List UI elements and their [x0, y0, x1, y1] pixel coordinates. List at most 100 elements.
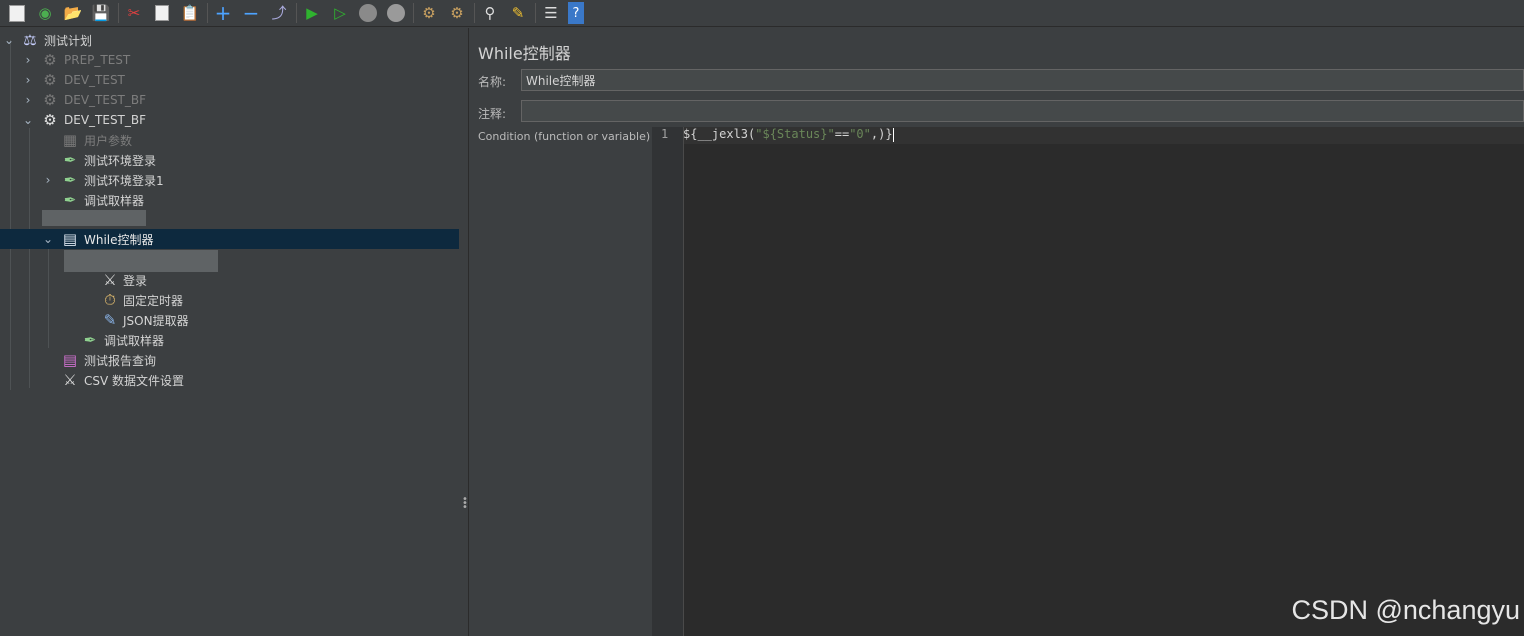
tree-node-label: 固定定时器	[123, 293, 184, 308]
test-plan-tree: ⌄ ⚖ 测试计划 › ⚙ PREP_TEST › ⚙ DEV_TEST › ⚙ …	[0, 28, 460, 636]
gear-icon: ⚙	[43, 70, 57, 89]
timer-icon: ⏱	[104, 290, 116, 309]
tree-node-test-plan[interactable]: ⌄ ⚖ 测试计划	[0, 30, 459, 50]
tree-node-json-extractor[interactable]: ✎ JSON提取器	[0, 310, 459, 330]
while-controller-icon: ▤	[62, 229, 78, 248]
tree-node-label: PREP_TEST	[64, 53, 131, 67]
clear-all-icon[interactable]: ⚙	[446, 2, 468, 24]
collapse-icon[interactable]: −	[240, 2, 262, 24]
tree-node-label: 调试取样器	[104, 333, 165, 348]
panel-title: While控制器	[478, 44, 571, 63]
condition-editor[interactable]	[684, 127, 1524, 636]
tree-node-csv-config[interactable]: ⚔ CSV 数据文件设置	[0, 370, 459, 390]
tree-node-label: 测试环境登录1	[84, 173, 164, 188]
tree-node-label: 调试取样器	[84, 193, 145, 208]
chevron-down-icon[interactable]: ⌄	[42, 232, 54, 246]
tree-node-label: 登录	[123, 273, 148, 288]
tree-node-label: 用户参数	[84, 133, 133, 148]
tree-node-user-params[interactable]: ▦ 用户参数	[0, 130, 459, 150]
search-icon[interactable]: ⚲	[479, 2, 501, 24]
splitter[interactable]	[459, 28, 469, 636]
cut-icon[interactable]: ✂	[123, 2, 145, 24]
open-icon[interactable]: 📂	[62, 2, 84, 24]
tree-node-label: 测试环境登录	[84, 153, 157, 168]
redacted-area	[64, 250, 218, 272]
toolbar-separator	[296, 3, 297, 23]
line-number-gutter	[652, 127, 684, 636]
sampler-icon: ✒	[63, 170, 77, 189]
gear-icon: ⚙	[43, 50, 57, 69]
tree-node-while-controller[interactable]: ⌄ ▤ While控制器	[0, 229, 459, 249]
start-no-pauses-icon[interactable]: ▷	[329, 2, 351, 24]
tree-node-prep-test[interactable]: › ⚙ PREP_TEST	[0, 50, 459, 70]
name-field[interactable]: While控制器	[521, 69, 1524, 91]
templates-icon[interactable]: ◉	[34, 2, 56, 24]
sampler-icon: ✒	[63, 190, 77, 209]
shutdown-icon[interactable]	[385, 2, 407, 24]
tree-node-dev-test[interactable]: › ⚙ DEV_TEST	[0, 70, 459, 90]
text-cursor	[892, 127, 894, 142]
sampler-icon: ✒	[63, 150, 77, 169]
tree-node-debug-sampler[interactable]: ✒ 调试取样器	[0, 190, 459, 210]
splitter-handle-icon[interactable]: • • •	[462, 495, 468, 513]
condition-label: Condition (function or variable)	[478, 130, 651, 143]
toolbar-separator	[474, 3, 475, 23]
comment-label: 注释:	[478, 107, 507, 121]
sampler-icon: ✒	[83, 330, 97, 349]
name-label: 名称:	[478, 75, 507, 89]
tree-node-login-sampler[interactable]: ✒ 测试环境登录	[0, 150, 459, 170]
code-closing: ,)}	[870, 127, 893, 141]
clear-icon[interactable]: ⚙	[418, 2, 440, 24]
tree-node-debug-sampler-2[interactable]: ✒ 调试取样器	[0, 330, 459, 350]
chevron-down-icon[interactable]: ⌄	[22, 113, 34, 127]
copy-icon[interactable]	[151, 2, 173, 24]
tree-node-label: 测试计划	[44, 33, 93, 48]
chevron-right-icon[interactable]: ›	[22, 73, 34, 87]
gear-icon: ⚙	[43, 90, 57, 109]
tree-node-constant-timer[interactable]: ⏱ 固定定时器	[0, 290, 459, 310]
toolbar: ◉ 📂 💾 ✂ 📋 + − ⤴ ▶ ▷ ⚙ ⚙ ⚲ ✎ ☰ ?	[0, 0, 1524, 27]
tree-node-label: DEV_TEST_BF	[64, 113, 147, 127]
tree-node-label: JSON提取器	[123, 313, 189, 328]
tree-node-label: DEV_TEST	[64, 73, 125, 87]
tree-node-login-sampler-1[interactable]: › ✒ 测试环境登录1	[0, 170, 459, 190]
save-icon[interactable]: 💾	[90, 2, 112, 24]
comment-field[interactable]	[521, 100, 1524, 122]
while-controller-panel: While控制器 名称: While控制器 注释: Condition (fun…	[469, 28, 1524, 636]
tree-node-label: 测试报告查询	[84, 353, 157, 368]
tree-node-dev-test-bf-disabled[interactable]: › ⚙ DEV_TEST_BF	[0, 90, 459, 110]
start-icon[interactable]: ▶	[301, 2, 323, 24]
stop-icon[interactable]	[357, 2, 379, 24]
tree-node-report-query[interactable]: ▤ 测试报告查询	[0, 350, 459, 370]
code-operator: ==	[834, 127, 850, 141]
redacted-area	[42, 210, 146, 226]
help-icon[interactable]: ?	[568, 2, 584, 24]
chevron-right-icon[interactable]: ›	[22, 53, 34, 67]
toolbar-separator	[207, 3, 208, 23]
paste-icon[interactable]: 📋	[179, 2, 201, 24]
chevron-right-icon[interactable]: ›	[22, 93, 34, 107]
json-extractor-icon: ✎	[103, 310, 117, 329]
chevron-right-icon[interactable]: ›	[42, 173, 54, 187]
toggle-icon[interactable]: ⤴	[268, 2, 290, 24]
tree-node-dev-test-bf[interactable]: ⌄ ⚙ DEV_TEST_BF	[0, 110, 459, 130]
new-icon[interactable]	[6, 2, 28, 24]
tree-node-login-tool[interactable]: ⚔ 登录	[0, 270, 459, 290]
tree-node-label: DEV_TEST_BF	[64, 93, 147, 107]
code-string: "0"	[849, 127, 871, 141]
gear-icon: ⚙	[43, 110, 57, 129]
login-tool-icon: ⚔	[103, 270, 117, 289]
line-number: 1	[661, 127, 669, 141]
tree-node-label: CSV 数据文件设置	[84, 373, 185, 388]
toolbar-separator	[413, 3, 414, 23]
code-function: ${__jexl3(	[683, 127, 756, 141]
flask-icon: ⚖	[23, 30, 37, 49]
report-icon: ▤	[62, 350, 78, 369]
user-params-icon: ▦	[62, 130, 78, 149]
tree-node-label: While控制器	[84, 232, 154, 247]
function-helper-icon[interactable]: ☰	[540, 2, 562, 24]
reset-search-icon[interactable]: ✎	[507, 2, 529, 24]
expand-icon[interactable]: +	[212, 2, 234, 24]
chevron-down-icon[interactable]: ⌄	[3, 33, 15, 47]
condition-code[interactable]: ${__jexl3("${Status}"=="0",)}	[683, 127, 894, 142]
